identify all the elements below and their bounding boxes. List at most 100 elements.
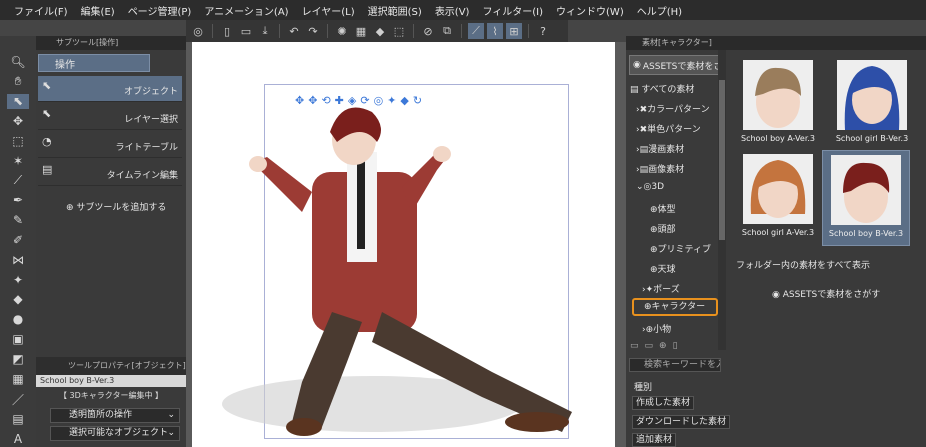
- tree-color-pattern[interactable]: ›✖カラーパターン: [636, 102, 710, 115]
- invert-selection-icon[interactable]: ⧉: [439, 23, 455, 39]
- tree-mono-pattern[interactable]: ›✖単色パターン: [636, 122, 701, 135]
- material-tree-scrollbar[interactable]: [718, 50, 726, 350]
- subtool-group-tab[interactable]: 操作: [38, 54, 150, 72]
- tree-primitive[interactable]: ⊕プリミティブ: [650, 242, 711, 255]
- figure-icon[interactable]: ▦: [7, 371, 29, 387]
- selectable-object-dropdown[interactable]: 選択可能なオブジェクト ⌄: [50, 426, 180, 441]
- snap-special-ruler-icon[interactable]: ⌇: [487, 23, 503, 39]
- material-thumbnail-selected[interactable]: School boy B-Ver.3: [822, 150, 910, 246]
- menu-bar: ファイル(F) 編集(E) ページ管理(P) アニメーション(A) レイヤー(L…: [0, 0, 926, 20]
- transform-icon[interactable]: ⬚: [391, 23, 407, 39]
- show-all-materials-link[interactable]: フォルダー内の素材をすべて表示: [736, 258, 870, 271]
- assets-icon: ◉: [633, 60, 641, 70]
- save-icon[interactable]: ⤓: [257, 23, 273, 39]
- material-thumbnail[interactable]: School girl B-Ver.3: [828, 56, 916, 152]
- tree-small-items[interactable]: ›⊕小物: [642, 322, 671, 335]
- menu-view[interactable]: 表示(V): [435, 3, 470, 18]
- chevron-down-icon: ⌄: [167, 428, 175, 438]
- subtool-object[interactable]: ⬉ オブジェクト: [38, 76, 182, 102]
- menu-page[interactable]: ページ管理(P): [128, 3, 192, 18]
- tool-property-title: ツールプロパティ[オブジェクト]: [36, 357, 186, 375]
- snap-ruler-icon[interactable]: ⟋: [468, 23, 484, 39]
- tree-action-icons[interactable]: ▭ ▭ ⊕ ▯: [630, 341, 678, 351]
- tree-3d[interactable]: ⌄◎3D: [636, 182, 664, 192]
- type-downloaded-button[interactable]: ダウンロードした素材: [632, 415, 731, 429]
- move-layer-icon[interactable]: ✥: [7, 113, 29, 129]
- type-created-button[interactable]: 作成した素材: [632, 396, 695, 410]
- tree-head[interactable]: ⊕頭部: [650, 222, 676, 235]
- eyedropper-icon[interactable]: ⟋: [7, 173, 29, 189]
- add-subtool-button[interactable]: ⊕ サブツールを追加する: [66, 200, 166, 213]
- app-icon[interactable]: ◎: [190, 23, 206, 39]
- gradient-icon[interactable]: ◩: [7, 351, 29, 367]
- scrollbar-thumb[interactable]: [719, 80, 725, 240]
- zoom-icon[interactable]: 🔍︎: [7, 54, 29, 70]
- assets-link-label: ASSETSで素材をさがす: [782, 290, 881, 300]
- command-bar: ◎ ▯ ▭ ⤓ ↶ ↷ ✺ ▦ ◆ ⬚ ⊘ ⧉ ⟋ ⌇ ⊞ ?: [186, 20, 568, 42]
- type-added-button[interactable]: 追加素材: [632, 433, 677, 447]
- search-placeholder: 検索キーワードを入...: [644, 360, 720, 370]
- menu-edit[interactable]: 編集(E): [81, 3, 115, 18]
- airbrush-icon[interactable]: ⋈: [7, 252, 29, 268]
- tree-pose[interactable]: ›✦ポーズ: [642, 282, 680, 295]
- menu-layer[interactable]: レイヤー(L): [302, 3, 355, 18]
- tree-character[interactable]: ⊕キャラクター: [632, 298, 718, 316]
- fill-icon[interactable]: ◆: [372, 23, 388, 39]
- material-panel-title: 素材[キャラクター]: [626, 36, 926, 50]
- canvas[interactable]: ✥ ✥ ⟲ ✚ ◈ ⟳ ◎ ✦ ◆ ↻: [192, 42, 615, 447]
- tree-manga-materials[interactable]: ›▤漫画素材: [636, 142, 684, 155]
- clear-icon[interactable]: ▦: [353, 23, 369, 39]
- menu-help[interactable]: ヘルプ(H): [637, 3, 682, 18]
- subtool-panel-title: サブツール[操作]: [36, 36, 186, 50]
- keyword-search-input[interactable]: 検索キーワードを入...: [629, 358, 721, 372]
- character-face-image: [831, 155, 901, 225]
- undo-icon[interactable]: ↶: [286, 23, 302, 39]
- deselect-icon[interactable]: ⊘: [420, 23, 436, 39]
- search-assets-link[interactable]: ◉ ASSETSで素材をさがす: [772, 287, 880, 300]
- open-folder-icon[interactable]: ▭: [238, 23, 254, 39]
- decoration-icon[interactable]: ✦: [7, 272, 29, 288]
- menu-animation[interactable]: アニメーション(A): [204, 3, 288, 18]
- fill-icon[interactable]: ▣: [7, 331, 29, 347]
- menu-selection[interactable]: 選択範囲(S): [368, 3, 422, 18]
- snap-grid-icon[interactable]: ⊞: [506, 23, 522, 39]
- frame-icon[interactable]: ／: [7, 391, 29, 408]
- subtool-layer-select[interactable]: ⬉ レイヤー選択: [38, 104, 182, 130]
- thumbnail-caption: School boy B-Ver.3: [828, 229, 904, 238]
- ruler-icon[interactable]: ▤: [7, 412, 29, 428]
- material-thumbnail[interactable]: School girl A-Ver.3: [734, 150, 822, 246]
- selection-icon[interactable]: ⬚: [7, 133, 29, 149]
- divider: [212, 24, 213, 38]
- operation-icon[interactable]: ⬉: [7, 93, 29, 110]
- subtool-label: ライトテーブル: [115, 143, 178, 153]
- tree-body-type[interactable]: ⊕体型: [650, 202, 676, 215]
- loading-icon[interactable]: ✺: [334, 23, 350, 39]
- subtool-label: タイムライン編集: [106, 171, 178, 181]
- menu-file[interactable]: ファイル(F): [14, 3, 68, 18]
- hand-icon[interactable]: ✋︎: [7, 74, 29, 90]
- new-file-icon[interactable]: ▯: [219, 23, 235, 39]
- tree-all-materials[interactable]: ▤ すべての素材: [630, 82, 694, 95]
- subtool-light-table[interactable]: ◔ ライトテーブル: [38, 132, 182, 158]
- pencil-icon[interactable]: ✎: [7, 212, 29, 228]
- material-thumbnail[interactable]: School boy A-Ver.3: [734, 56, 822, 152]
- redo-icon[interactable]: ↷: [305, 23, 321, 39]
- pen-icon[interactable]: ✒︎: [7, 193, 29, 209]
- search-assets-button[interactable]: ◉ASSETSで素材をさがす: [629, 55, 723, 75]
- subtool-timeline-edit[interactable]: ▤ タイムライン編集: [38, 160, 182, 186]
- tree-skydome[interactable]: ⊕天球: [650, 262, 676, 275]
- text-icon[interactable]: A: [7, 431, 29, 447]
- brush-icon[interactable]: ✐: [7, 232, 29, 248]
- material-panel: 素材[キャラクター] ◉ASSETSで素材をさがす ▤ すべての素材 ›✖カラー…: [626, 36, 926, 447]
- menu-window[interactable]: ウィンドウ(W): [556, 3, 624, 18]
- transparent-operation-dropdown[interactable]: 透明箇所の操作 ⌄: [50, 408, 180, 423]
- light-table-icon: ◔: [42, 135, 52, 148]
- menu-filter[interactable]: フィルター(I): [482, 3, 543, 18]
- tree-image-materials[interactable]: ›▤画像素材: [636, 162, 684, 175]
- eraser-icon[interactable]: ◆: [7, 292, 29, 308]
- auto-select-icon[interactable]: ✶: [7, 153, 29, 169]
- 3d-character-model[interactable]: [192, 42, 615, 447]
- help-icon[interactable]: ?: [535, 23, 551, 39]
- divider: [528, 24, 529, 38]
- blend-icon[interactable]: ●: [7, 311, 29, 327]
